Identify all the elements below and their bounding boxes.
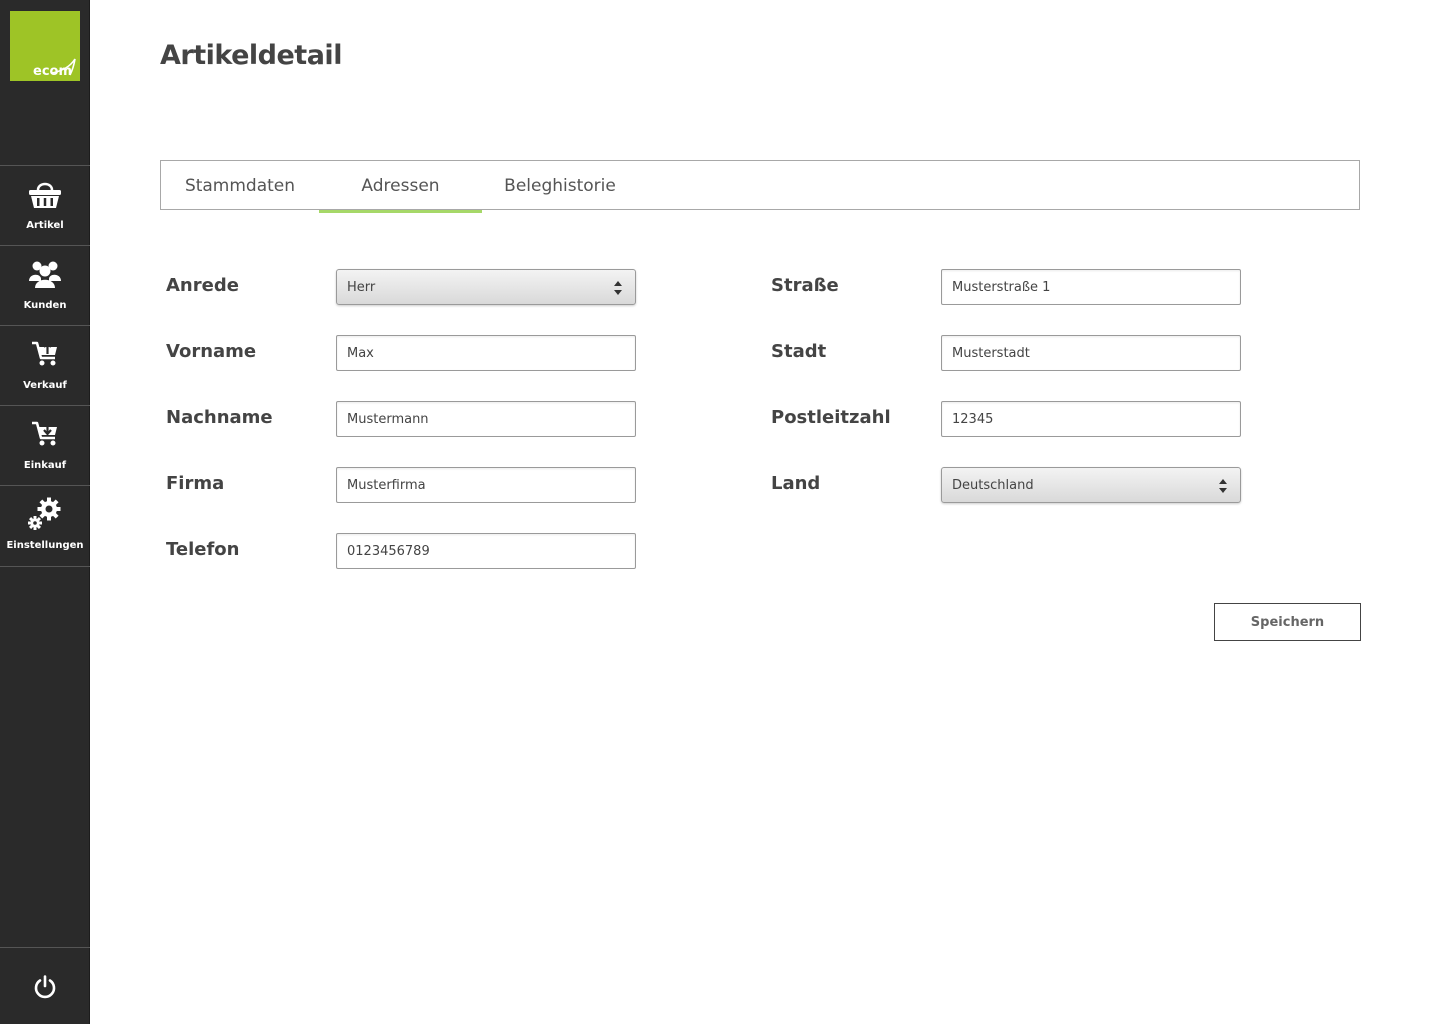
stadt-field[interactable] (941, 335, 1241, 371)
tab-beleghistorie[interactable]: Beleghistorie (486, 161, 634, 211)
telefon-label: Telefon (166, 539, 240, 560)
vorname-label: Vorname (166, 341, 257, 362)
cart-upload-icon (30, 336, 60, 372)
postleitzahl-field[interactable] (941, 401, 1241, 437)
save-button[interactable]: Speichern (1214, 603, 1361, 641)
users-icon (28, 256, 62, 292)
basket-icon (27, 176, 63, 212)
sidebar-item-label: Einkauf (23, 460, 67, 471)
sidebar-item-label: Einstellungen (6, 540, 84, 551)
select-arrows-icon (614, 281, 622, 295)
logo-text: ecom (33, 64, 72, 79)
tab-bar: Stammdaten Adressen Beleghistorie (160, 160, 1360, 213)
land-label: Land (771, 473, 821, 494)
sidebar-item-einkauf[interactable]: Einkauf (0, 405, 90, 485)
select-arrows-icon (1219, 479, 1227, 493)
nachname-field[interactable] (336, 401, 636, 437)
postleitzahl-label: Postleitzahl (771, 407, 891, 428)
page-title: Artikeldetail (160, 40, 342, 71)
anrede-select[interactable]: Herr (336, 269, 636, 305)
nachname-label: Nachname (166, 407, 273, 428)
ecom-logo: ecom (10, 11, 80, 81)
sidebar-divider (0, 566, 90, 567)
sidebar-item-label: Artikel (26, 220, 64, 231)
tab-label: Adressen (361, 176, 440, 196)
firma-field[interactable] (336, 467, 636, 503)
strasse-label: Straße (771, 275, 839, 296)
sidebar-item-label: Kunden (23, 300, 67, 311)
strasse-field[interactable] (941, 269, 1241, 305)
sidebar-item-einstellungen[interactable]: Einstellungen (0, 485, 90, 565)
sidebar-divider (0, 947, 90, 948)
sidebar: ecom Artikel Kunden Verkauf Einkauf Eins… (0, 0, 90, 1024)
tab-stammdaten[interactable]: Stammdaten (165, 161, 315, 211)
land-value: Deutschland (952, 477, 1034, 493)
land-select[interactable]: Deutschland (941, 467, 1241, 503)
gears-icon (27, 496, 63, 532)
tab-label: Beleghistorie (504, 176, 616, 196)
sidebar-item-label: Verkauf (23, 380, 67, 391)
firma-label: Firma (166, 473, 225, 494)
sidebar-item-kunden[interactable]: Kunden (0, 245, 90, 325)
cart-download-icon (30, 416, 60, 452)
tab-adressen[interactable]: Adressen (319, 161, 482, 213)
anrede-value: Herr (347, 279, 376, 295)
power-icon (34, 975, 56, 999)
stadt-label: Stadt (771, 341, 827, 362)
telefon-field[interactable] (336, 533, 636, 569)
anrede-label: Anrede (166, 275, 239, 296)
sidebar-item-verkauf[interactable]: Verkauf (0, 325, 90, 405)
vorname-field[interactable] (336, 335, 636, 371)
tab-label: Stammdaten (184, 176, 296, 196)
logout-button[interactable] (28, 970, 62, 1004)
sidebar-item-artikel[interactable]: Artikel (0, 165, 90, 245)
